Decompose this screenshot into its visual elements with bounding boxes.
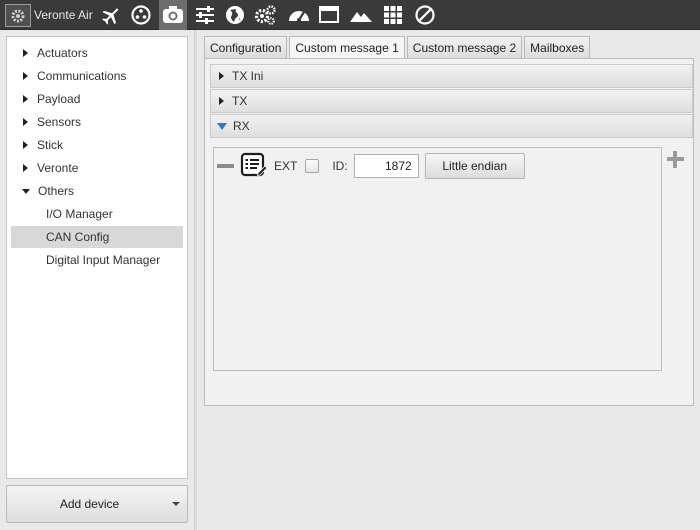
tree-item-label: Communications: [37, 69, 127, 83]
top-toolbar: Veronte Air: [0, 0, 700, 30]
collapsed-arrow-icon[interactable]: [219, 72, 224, 80]
tree-item-label: I/O Manager: [46, 207, 113, 221]
tree-item-io-manager[interactable]: I/O Manager: [11, 203, 183, 225]
endian-label: Little endian: [442, 159, 508, 173]
id-label: ID:: [332, 159, 348, 173]
tree-item-label: Stick: [37, 138, 64, 152]
ext-checkbox[interactable]: [305, 159, 320, 173]
tree-item-label: Digital Input Manager: [46, 253, 161, 267]
tree-item-veronte[interactable]: Veronte: [7, 157, 187, 179]
collapsed-arrow-icon[interactable]: [23, 164, 28, 172]
mountains-icon[interactable]: [349, 3, 373, 27]
airplane-icon[interactable]: [99, 3, 123, 27]
tab-label: Configuration: [210, 40, 282, 55]
tree-item-label: Others: [38, 184, 75, 198]
camera-icon[interactable]: [159, 0, 187, 30]
tab-bar: Configuration Custom message 1 Custom me…: [204, 36, 591, 59]
endian-button[interactable]: Little endian: [424, 153, 525, 179]
add-device-button[interactable]: Add device: [6, 485, 188, 523]
tab-custom-message-1[interactable]: Custom message 1: [289, 36, 405, 59]
tab-configuration[interactable]: Configuration: [204, 36, 288, 58]
tree-item-label: Sensors: [37, 115, 82, 129]
section-label: TX: [232, 94, 248, 108]
globe-icon[interactable]: [223, 3, 247, 27]
app-title: Veronte Air: [34, 8, 93, 22]
tab-label: Custom message 1: [295, 41, 399, 55]
id-input[interactable]: [353, 154, 419, 178]
tab-mailboxes[interactable]: Mailboxes: [524, 36, 591, 58]
tree-item-sensors[interactable]: Sensors: [7, 111, 187, 133]
section-label: RX: [233, 119, 250, 133]
tab-content-panel: TX Ini TX RX: [204, 58, 694, 406]
remove-icon[interactable]: [217, 164, 234, 168]
dropdown-arrow-icon[interactable]: [172, 502, 180, 506]
device-tree-panel: Actuators Communications Payload Sensors…: [6, 36, 188, 479]
section-rx[interactable]: RX: [210, 114, 693, 138]
tab-label: Custom message 2: [412, 40, 517, 55]
app-gear-logo-icon[interactable]: [5, 4, 31, 27]
section-tx-ini[interactable]: TX Ini: [210, 64, 693, 88]
expanded-arrow-icon[interactable]: [217, 122, 227, 130]
tree-item-actuators[interactable]: Actuators: [7, 42, 187, 64]
tree-item-label: Veronte: [37, 161, 79, 175]
splitter[interactable]: [194, 30, 197, 530]
collapsed-arrow-icon[interactable]: [219, 97, 224, 105]
rx-message-row: EXT ID: Little endian: [217, 151, 525, 181]
ext-label: EXT: [274, 159, 298, 173]
gears-icon[interactable]: [253, 3, 277, 27]
tree-item-others[interactable]: Others: [7, 180, 187, 202]
collapsed-arrow-icon[interactable]: [23, 141, 28, 149]
forbidden-icon[interactable]: [413, 3, 437, 27]
add-device-label: Add device: [59, 497, 120, 511]
grid-icon[interactable]: [381, 3, 405, 27]
window-icon[interactable]: [317, 3, 341, 27]
tree-item-stick[interactable]: Stick: [7, 134, 187, 156]
tree-item-digital-input-manager[interactable]: Digital Input Manager: [11, 249, 183, 271]
collapsed-arrow-icon[interactable]: [23, 118, 28, 126]
section-tx[interactable]: TX: [210, 89, 693, 113]
sliders-icon[interactable]: [193, 3, 217, 27]
collapsed-arrow-icon[interactable]: [23, 49, 28, 57]
expanded-arrow-icon[interactable]: [22, 188, 30, 194]
tree-item-payload[interactable]: Payload: [7, 88, 187, 110]
section-label: TX Ini: [232, 69, 264, 83]
collapsed-arrow-icon[interactable]: [23, 95, 28, 103]
tree-item-label: Payload: [37, 92, 81, 106]
tree-item-communications[interactable]: Communications: [7, 65, 187, 87]
tab-custom-message-2[interactable]: Custom message 2: [406, 36, 523, 58]
collapsed-arrow-icon[interactable]: [23, 72, 28, 80]
tab-label: Mailboxes: [530, 40, 585, 55]
tree-item-label: Actuators: [37, 46, 88, 60]
gauge-icon[interactable]: [287, 3, 311, 27]
edit-list-icon[interactable]: [240, 151, 268, 182]
add-icon[interactable]: [667, 151, 684, 168]
joystick-icon[interactable]: [129, 3, 153, 27]
tree-item-can-config[interactable]: CAN Config: [11, 226, 183, 248]
tree-item-label: CAN Config: [46, 230, 110, 244]
